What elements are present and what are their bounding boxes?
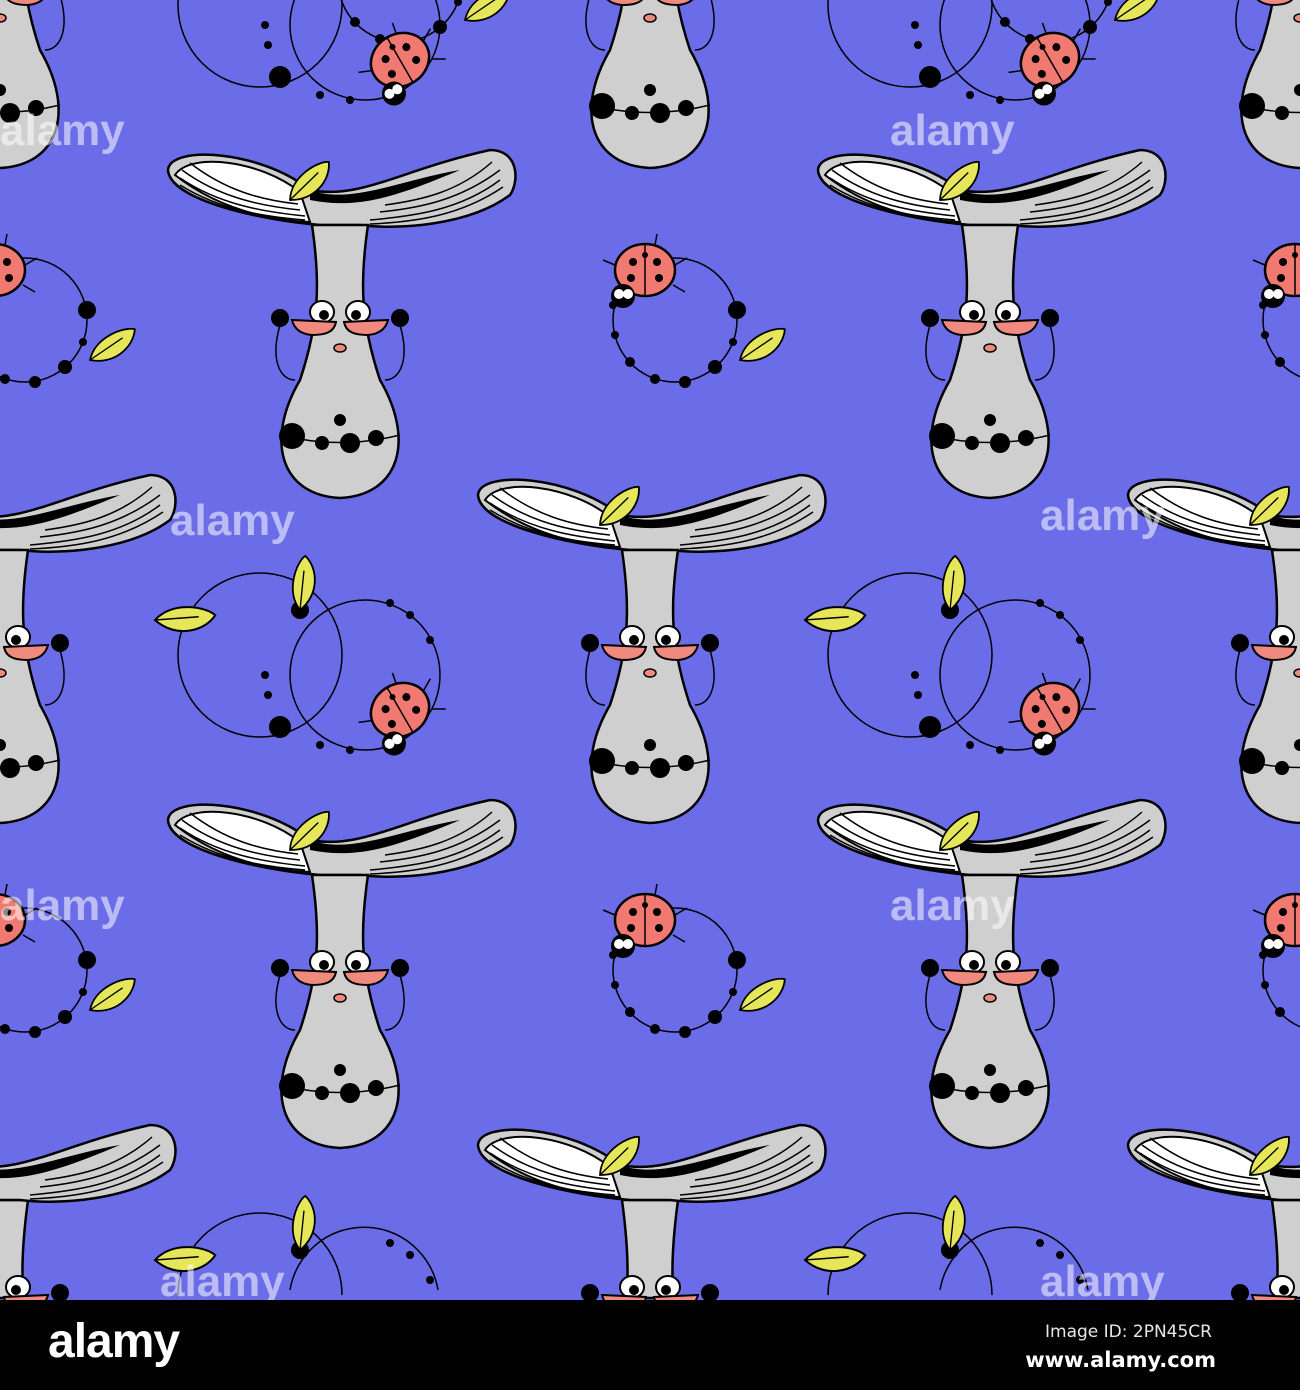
svg-text:alamy: alamy — [890, 881, 1015, 930]
double-ring-with-leaves — [154, 555, 455, 764]
svg-text:alamy: alamy — [170, 496, 295, 545]
ladybug-ring — [0, 234, 139, 388]
alamy-logo: alamy — [48, 1315, 180, 1368]
mushroom-character — [168, 800, 515, 1148]
svg-text:alamy: alamy — [1040, 1257, 1165, 1300]
mushroom-character — [818, 150, 1165, 498]
double-ring-with-leaves — [804, 555, 1105, 764]
mushroom-character — [478, 0, 825, 168]
svg-text:alamy: alamy — [1040, 491, 1165, 540]
mushroom-character — [1128, 0, 1300, 168]
seamless-pattern-illustration: alamy alamy alamy alamy alamy alamy alam… — [0, 0, 1300, 1300]
mushroom-character — [478, 475, 825, 823]
stock-image: alamy alamy alamy alamy alamy alamy alam… — [0, 0, 1300, 1390]
mushroom-character — [168, 150, 515, 498]
mushroom-character-partial — [0, 1125, 175, 1300]
mushroom-character — [818, 800, 1165, 1148]
svg-text:alamy: alamy — [0, 881, 125, 930]
svg-text:alamy: alamy — [890, 106, 1015, 155]
image-id: Image ID: 2PN45CR — [1045, 1322, 1212, 1342]
footer-bar: alamy Image ID: 2PN45CR www.alamy.com — [0, 1300, 1300, 1390]
double-ring-with-leaves — [154, 0, 455, 114]
ladybug-ring — [1253, 884, 1300, 1038]
ladybug-ring — [603, 234, 789, 388]
mushroom-character — [0, 475, 175, 823]
mushroom-character-partial — [478, 1125, 825, 1300]
svg-text:alamy: alamy — [160, 1257, 285, 1300]
ladybug-ring — [603, 884, 789, 1038]
ladybug-ring — [1253, 234, 1300, 388]
website-url: www.alamy.com — [1025, 1348, 1216, 1372]
double-ring-with-leaves — [804, 0, 1105, 114]
svg-text:alamy: alamy — [0, 106, 125, 155]
